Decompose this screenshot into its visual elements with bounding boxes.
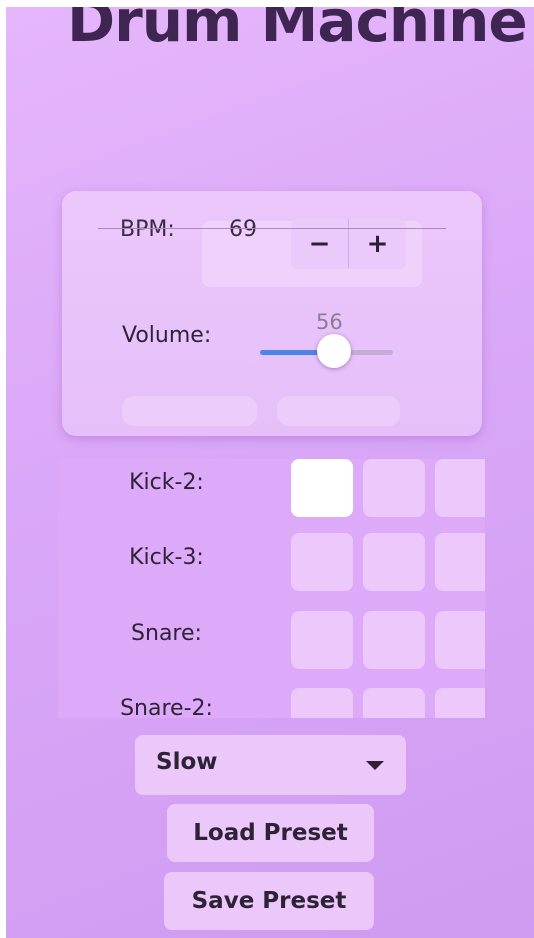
bpm-value[interactable]: 69: [229, 217, 257, 242]
track-row: Kick-2:: [58, 459, 485, 521]
preset-select[interactable]: Slow: [135, 735, 406, 795]
step-cell[interactable]: [363, 533, 425, 591]
bpm-increase-button[interactable]: +: [349, 219, 406, 269]
panel-clip-line: [98, 228, 446, 229]
control-button[interactable]: [277, 396, 400, 426]
step-cell[interactable]: [291, 459, 353, 517]
drum-machine-page: Drum Machine BPM: 69 − + Volume: 56 Kick…: [6, 7, 534, 938]
track-row: Snare-2:: [58, 688, 485, 718]
controls-panel: BPM: 69 − + Volume: 56: [62, 191, 482, 436]
track-row: Kick-3:: [58, 533, 485, 595]
page-title: Drum Machine: [67, 7, 528, 55]
volume-value: 56: [316, 310, 343, 334]
bpm-decrease-button[interactable]: −: [291, 219, 349, 269]
control-button[interactable]: [122, 396, 257, 426]
bpm-label: BPM:: [120, 217, 175, 242]
track-row: Snare:: [58, 611, 485, 673]
bpm-stepper: − +: [291, 219, 406, 269]
volume-label: Volume:: [122, 323, 212, 348]
track-label: Snare:: [131, 621, 202, 646]
step-cell[interactable]: [363, 688, 425, 718]
step-cell[interactable]: [291, 611, 353, 669]
volume-slider-thumb[interactable]: [317, 334, 352, 368]
track-label: Snare-2:: [120, 696, 213, 718]
step-cell[interactable]: [435, 459, 485, 517]
step-cell[interactable]: [363, 611, 425, 669]
track-label: Kick-3:: [129, 545, 204, 570]
step-cell[interactable]: [363, 459, 425, 517]
step-cell[interactable]: [435, 688, 485, 718]
volume-slider[interactable]: [260, 334, 393, 368]
load-preset-button[interactable]: Load Preset: [167, 804, 374, 862]
track-label: Kick-2:: [129, 470, 204, 495]
step-cell[interactable]: [291, 688, 353, 718]
step-cell[interactable]: [435, 611, 485, 669]
preset-select-value: Slow: [156, 749, 218, 775]
step-cell[interactable]: [435, 533, 485, 591]
chevron-down-icon: [366, 761, 384, 770]
step-cell[interactable]: [291, 533, 353, 591]
sequencer-grid[interactable]: Kick-2: Kick-3: Snare: Snare-2:: [58, 459, 485, 718]
controls-scroll-area[interactable]: BPM: 69 − + Volume: 56: [62, 191, 482, 436]
save-preset-button[interactable]: Save Preset: [164, 872, 374, 930]
